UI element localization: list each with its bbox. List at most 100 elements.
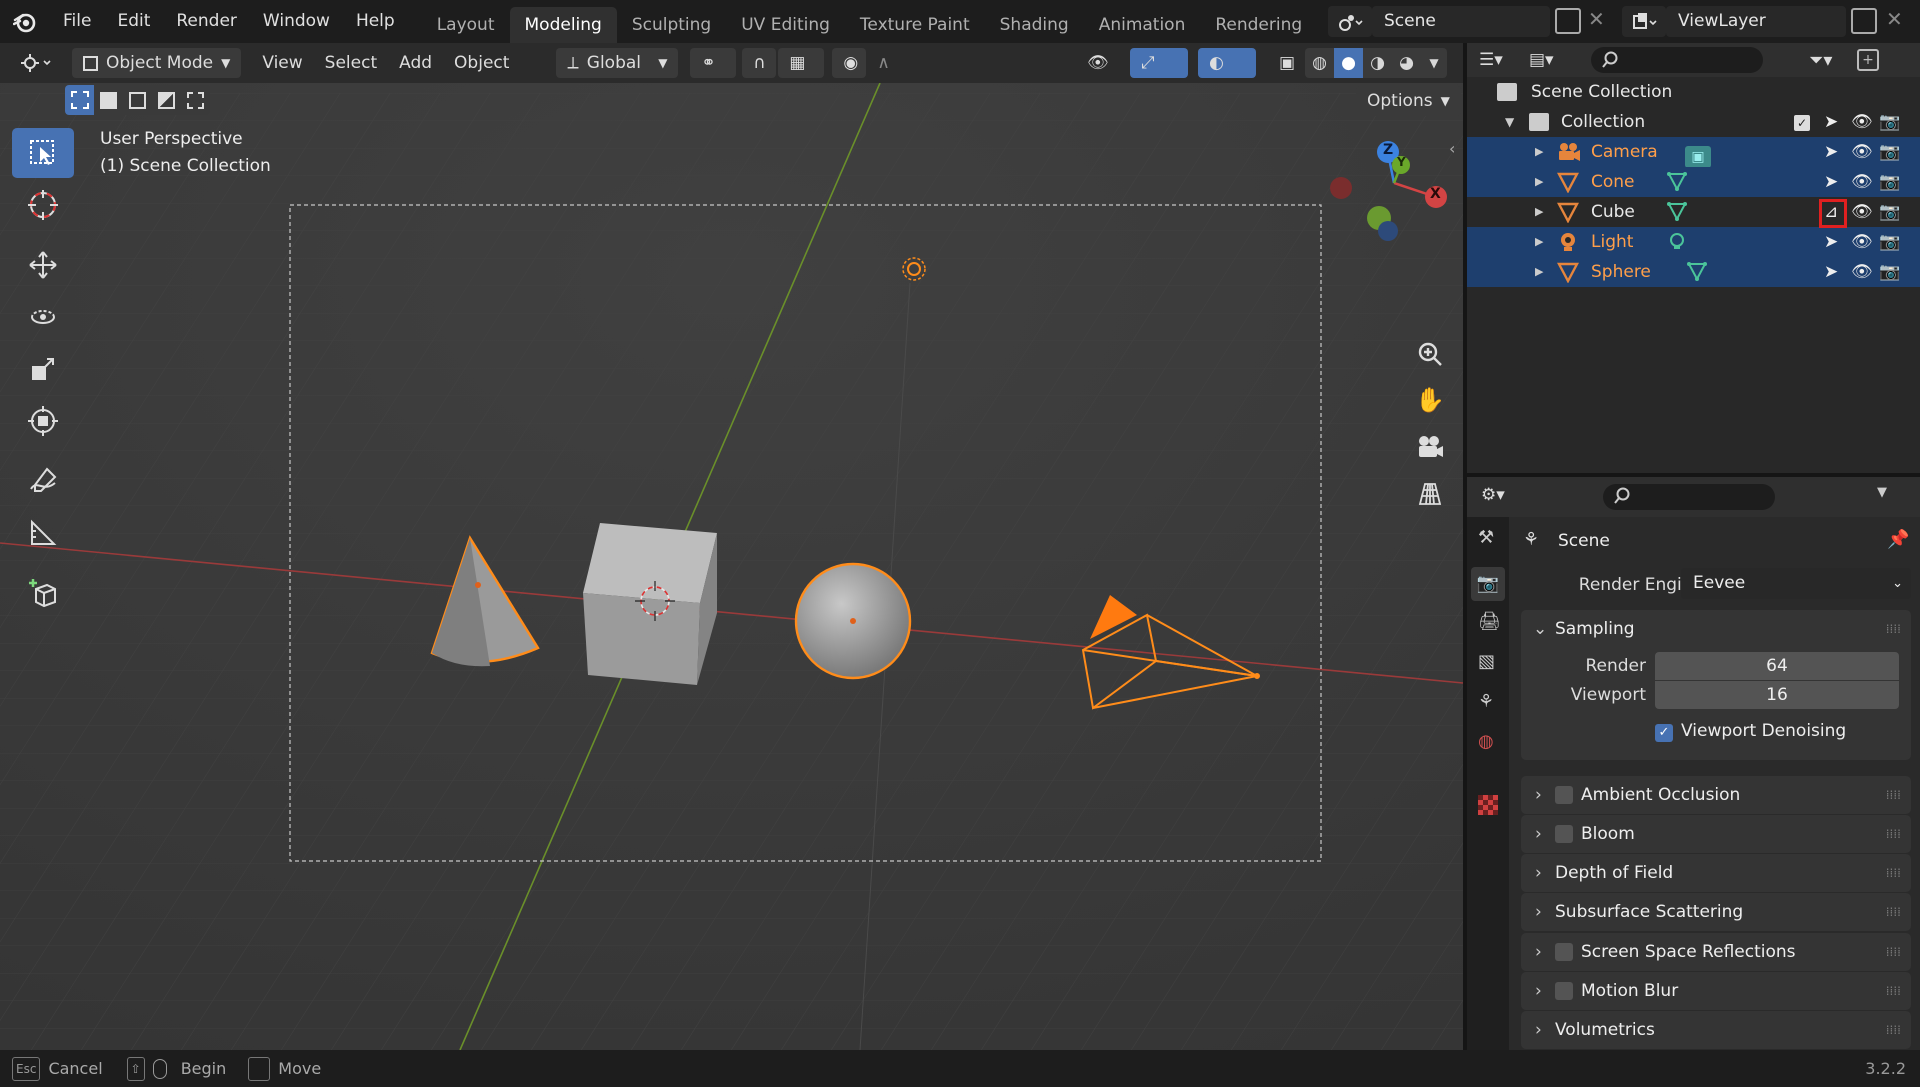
tab-sculpting[interactable]: Sculpting	[617, 7, 726, 43]
tab-layout[interactable]: Layout	[422, 7, 510, 43]
wireframe-shading-icon[interactable]: ◍	[1305, 48, 1334, 78]
overlay-toggle-icon[interactable]: ◐	[1198, 48, 1256, 78]
drag-handle-icon[interactable]: ⁞⁞⁞⁞	[1886, 776, 1901, 814]
cube-object[interactable]	[583, 523, 717, 685]
pan-hand-icon[interactable]: ✋	[1409, 379, 1451, 421]
drag-handle-icon[interactable]: ⁞⁞⁞⁞	[1886, 815, 1901, 853]
transform-tool-icon[interactable]	[12, 396, 74, 446]
material-shading-icon[interactable]: ◑	[1363, 48, 1392, 78]
drag-handle-icon[interactable]: ⁞⁞⁞⁞	[1886, 972, 1901, 1010]
outliner-item-sphere[interactable]: ▶ Sphere ➤ 👁 📷	[1467, 257, 1920, 287]
menu-edit[interactable]: Edit	[104, 0, 163, 43]
pivot-point-dropdown[interactable]: ⚭	[690, 48, 737, 78]
selectable-arrow-icon[interactable]: ➤	[1824, 257, 1838, 287]
object-mode-dropdown[interactable]: Object Mode ▼	[72, 48, 242, 78]
tool-tab-icon[interactable]: ⚒	[1478, 527, 1494, 548]
sphere-object[interactable]	[794, 562, 912, 680]
panel-enable-checkbox[interactable]	[1555, 982, 1573, 1000]
panel-depth-of-field[interactable]: › Depth of Field ⁞⁞⁞⁞	[1521, 854, 1911, 892]
cursor-tool-icon[interactable]	[12, 180, 74, 230]
blender-logo-icon[interactable]	[0, 0, 50, 43]
editor-type-icon[interactable]	[14, 48, 58, 78]
view-layer-tab-icon[interactable]: ▧	[1478, 651, 1495, 672]
visibility-eye-icon[interactable]: 👁	[1851, 137, 1873, 167]
select-intersect-icon[interactable]	[181, 85, 210, 115]
expand-triangle-icon[interactable]: ▶	[1535, 257, 1543, 287]
viewport-denoising-checkbox[interactable]: ✓	[1655, 724, 1673, 742]
display-mode-icon[interactable]: ▤▾	[1529, 46, 1573, 74]
panel-screen-space-reflections[interactable]: › Screen Space Reflections ⁞⁞⁞⁞	[1521, 933, 1911, 971]
output-tab-icon[interactable]: 🖨	[1478, 611, 1501, 632]
scale-tool-icon[interactable]	[12, 344, 74, 394]
outliner-item-camera[interactable]: ▶ Camera ▣ ➤ 👁 📷	[1467, 137, 1920, 168]
viewport-samples-field[interactable]: 16	[1655, 681, 1899, 709]
panel-bloom[interactable]: › Bloom ⁞⁞⁞⁞	[1521, 815, 1911, 853]
expand-triangle-icon[interactable]: ▶	[1535, 227, 1543, 257]
panel-enable-checkbox[interactable]	[1555, 825, 1573, 843]
scene-name-field[interactable]: Scene	[1372, 6, 1550, 37]
annotate-tool-icon[interactable]	[12, 456, 74, 506]
camera-view-icon[interactable]	[1409, 426, 1451, 468]
drag-handle-icon[interactable]: ⁞⁞⁞⁞	[1886, 1011, 1901, 1049]
tab-animation[interactable]: Animation	[1084, 7, 1201, 43]
solid-shading-icon[interactable]: ●	[1334, 48, 1363, 78]
scene-collection-row[interactable]: Scene Collection	[1467, 77, 1920, 107]
visibility-eye-icon[interactable]: 👁	[1851, 257, 1873, 287]
panel-volumetrics[interactable]: › Volumetrics ⁞⁞⁞⁞	[1521, 1011, 1911, 1049]
drag-handle-icon[interactable]: ⁞⁞⁞⁞	[1886, 933, 1901, 971]
pin-icon[interactable]: 📌	[1887, 529, 1909, 550]
select-subtract-icon[interactable]	[123, 85, 152, 115]
menu-render[interactable]: Render	[163, 0, 250, 43]
mesh-data-icon[interactable]	[1687, 261, 1707, 291]
render-tab-icon[interactable]: 📷	[1471, 567, 1505, 601]
menu-add[interactable]: Add	[388, 48, 443, 78]
new-collection-icon[interactable]: +	[1857, 49, 1879, 71]
options-dropdown[interactable]: Options ▼	[1356, 86, 1461, 116]
panel-motion-blur[interactable]: › Motion Blur ⁞⁞⁞⁞	[1521, 972, 1911, 1010]
properties-editor-type-icon[interactable]: ⚙▾	[1481, 485, 1505, 505]
outliner-editor-type-icon[interactable]: ☰▾	[1479, 46, 1523, 74]
view-layer-icon[interactable]	[1622, 6, 1666, 37]
render-camera-icon[interactable]: 📷	[1879, 137, 1900, 167]
panel-ambient-occlusion[interactable]: › Ambient Occlusion ⁞⁞⁞⁞	[1521, 776, 1911, 814]
panel-enable-checkbox[interactable]	[1555, 786, 1573, 804]
new-view-layer-icon[interactable]	[1851, 8, 1877, 34]
new-scene-icon[interactable]	[1555, 8, 1581, 34]
visibility-eye-icon[interactable]: 👁	[1851, 197, 1873, 227]
outliner-search-input[interactable]	[1591, 47, 1763, 73]
select-new-icon[interactable]	[65, 85, 94, 115]
measure-tool-icon[interactable]	[12, 508, 74, 558]
render-camera-icon[interactable]: 📷	[1879, 227, 1900, 257]
proportional-edit-icon[interactable]: ◉	[832, 48, 867, 78]
drag-handle-icon[interactable]: ⁞⁞⁞⁞	[1886, 854, 1901, 892]
menu-view[interactable]: View	[251, 48, 313, 78]
properties-options-dropdown[interactable]: ▼	[1877, 485, 1887, 500]
sidebar-toggle-icon[interactable]: ‹	[1449, 139, 1455, 158]
visibility-eye-icon[interactable]: 👁	[1851, 227, 1873, 257]
select-invert-icon[interactable]	[152, 85, 181, 115]
filter-icon[interactable]: ⏷▾	[1809, 50, 1853, 71]
visibility-dropdown[interactable]: 👁	[1076, 48, 1122, 78]
ortho-perspective-icon[interactable]	[1409, 472, 1451, 514]
menu-help[interactable]: Help	[343, 0, 408, 43]
snap-target-dropdown[interactable]: ▦	[778, 48, 825, 78]
add-cube-tool-icon[interactable]	[12, 568, 74, 618]
snap-toggle-icon[interactable]: ∩	[742, 48, 777, 78]
render-camera-icon[interactable]: 📷	[1879, 197, 1900, 227]
render-engine-dropdown[interactable]: Eevee ⌄	[1681, 568, 1911, 599]
select-extend-icon[interactable]	[94, 85, 123, 115]
outliner-item-cube[interactable]: ▶ Cube ⊿ 👁 📷	[1467, 197, 1920, 227]
gizmo-toggle-icon[interactable]: ⤢	[1130, 48, 1188, 78]
panel-enable-checkbox[interactable]	[1555, 943, 1573, 961]
exclude-checkbox[interactable]: ✓	[1794, 115, 1810, 131]
outliner-item-light[interactable]: ▶ Light ➤ 👁 📷	[1467, 227, 1920, 257]
expand-triangle-icon[interactable]: ▶	[1535, 197, 1543, 227]
remove-view-layer-icon[interactable]: ✕	[1886, 7, 1903, 31]
scene-tab-icon[interactable]: ⚘	[1478, 691, 1494, 712]
menu-window[interactable]: Window	[250, 0, 343, 43]
collapse-triangle-icon[interactable]: ▼	[1505, 107, 1514, 137]
rotate-tool-icon[interactable]	[12, 292, 74, 342]
sampling-header[interactable]: ⌄ Sampling ⁞⁞⁞⁞	[1521, 610, 1911, 648]
rendered-shading-icon[interactable]: ◕	[1392, 48, 1421, 78]
properties-search-input[interactable]	[1603, 484, 1775, 510]
